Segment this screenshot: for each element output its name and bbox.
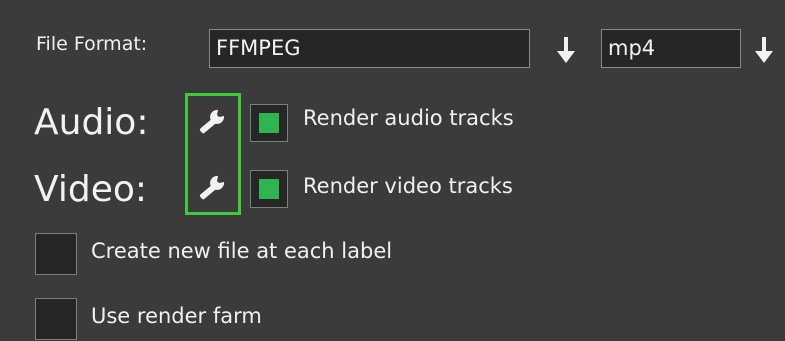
check-mark [259, 113, 279, 133]
render-video-label: Render video tracks [303, 174, 513, 198]
render-video-checkbox[interactable] [250, 170, 288, 208]
format-dropdown-arrow-icon[interactable] [555, 35, 577, 65]
file-format-label: File Format: [36, 33, 148, 55]
video-settings-wrench-icon[interactable] [196, 172, 228, 204]
container-format-field[interactable]: mp4 [601, 29, 741, 68]
video-label: Video: [34, 169, 147, 210]
create-file-checkbox[interactable] [35, 233, 77, 275]
create-file-label: Create new file at each label [91, 239, 393, 263]
audio-label: Audio: [34, 102, 149, 143]
render-farm-checkbox[interactable] [35, 298, 77, 340]
container-dropdown-arrow-icon[interactable] [753, 35, 775, 65]
render-audio-label: Render audio tracks [303, 106, 514, 130]
render-audio-checkbox[interactable] [250, 104, 288, 142]
render-farm-label: Use render farm [91, 304, 262, 328]
file-format-field[interactable]: FFMPEG [209, 29, 530, 68]
audio-settings-wrench-icon[interactable] [196, 106, 228, 138]
check-mark [259, 179, 279, 199]
